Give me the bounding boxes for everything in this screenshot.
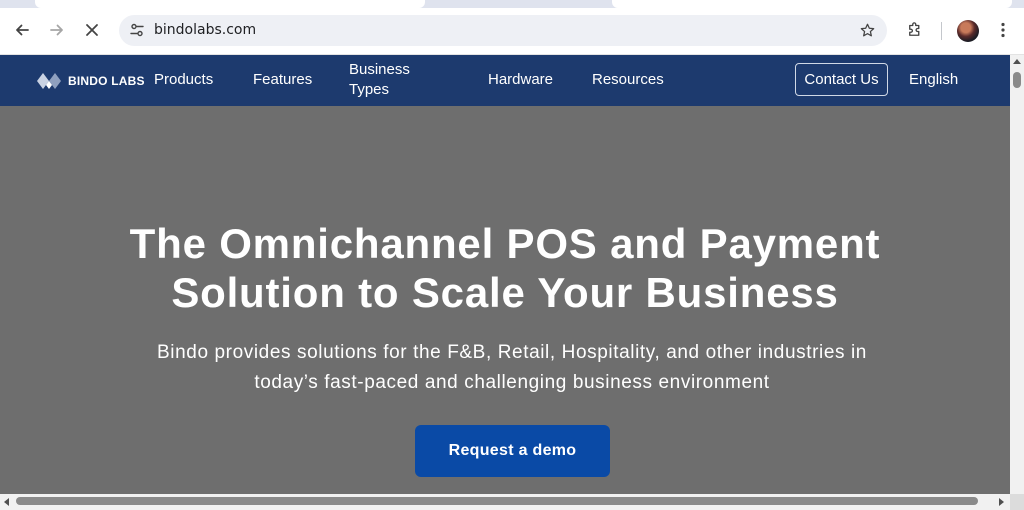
nav-products[interactable]: Products <box>154 70 213 90</box>
hero-title-line2: Solution to Scale Your Business <box>171 269 839 316</box>
stop-loading-button[interactable] <box>77 15 107 45</box>
scroll-left-arrow[interactable] <box>4 498 9 506</box>
bookmark-button[interactable] <box>857 20 877 40</box>
horizontal-scroll-thumb[interactable] <box>16 497 978 505</box>
address-bar[interactable]: bindolabs.com <box>119 15 887 46</box>
profile-avatar[interactable] <box>957 20 979 42</box>
scrollbar-corner <box>1010 494 1024 510</box>
scroll-up-arrow[interactable] <box>1013 59 1021 64</box>
vertical-scrollbar[interactable] <box>1010 55 1024 494</box>
nav-business-types[interactable]: Business Types <box>349 60 410 100</box>
tune-icon <box>130 23 144 37</box>
hero-subtitle-line1: Bindo provides solutions for the F&B, Re… <box>157 342 867 363</box>
hero-title-line1: The Omnichannel POS and Payment <box>129 220 881 267</box>
nav-business-types-line1: Business <box>349 61 410 78</box>
hero-section: The Omnichannel POS and Payment Solution… <box>0 106 1010 494</box>
site-info-button[interactable] <box>127 20 147 40</box>
back-button[interactable] <box>7 15 37 45</box>
horizontal-scrollbar[interactable] <box>0 494 1010 510</box>
contact-us-button[interactable]: Contact Us <box>795 63 888 96</box>
forward-button[interactable] <box>42 15 72 45</box>
more-vertical-icon <box>1001 22 1005 38</box>
browser-menu-button[interactable] <box>988 15 1018 45</box>
hero-subtitle-line2: today’s fast-paced and challenging busin… <box>254 372 770 393</box>
inactive-tab[interactable] <box>612 0 1012 8</box>
close-icon <box>86 24 98 36</box>
nav-resources[interactable]: Resources <box>592 70 664 90</box>
request-demo-button[interactable]: Request a demo <box>415 425 610 477</box>
star-icon <box>860 23 874 36</box>
site-header: BINDO LABS Products Features Business Ty… <box>0 55 1010 106</box>
url-text[interactable]: bindolabs.com <box>154 15 256 46</box>
hero-title: The Omnichannel POS and Payment Solution… <box>0 219 1010 317</box>
browser-toolbar: bindolabs.com <box>0 8 1024 55</box>
nav-hardware[interactable]: Hardware <box>488 70 553 90</box>
nav-business-types-line2: Types <box>349 81 390 98</box>
extensions-button[interactable] <box>900 15 930 45</box>
scroll-right-arrow[interactable] <box>999 498 1004 506</box>
vertical-scroll-thumb[interactable] <box>1013 72 1021 88</box>
toolbar-separator <box>941 22 942 40</box>
hero-subtitle: Bindo provides solutions for the F&B, Re… <box>0 338 1024 398</box>
puzzle-icon <box>909 22 920 36</box>
logo[interactable]: BINDO LABS <box>36 70 145 92</box>
tab-strip <box>0 0 1024 8</box>
active-tab[interactable] <box>35 0 425 8</box>
logo-text: BINDO LABS <box>68 74 145 88</box>
arrow-left-icon <box>16 24 29 36</box>
language-selector[interactable]: English <box>909 70 958 90</box>
bindo-logo-icon <box>37 73 61 89</box>
nav-features[interactable]: Features <box>253 70 312 90</box>
arrow-right-icon <box>50 24 63 36</box>
